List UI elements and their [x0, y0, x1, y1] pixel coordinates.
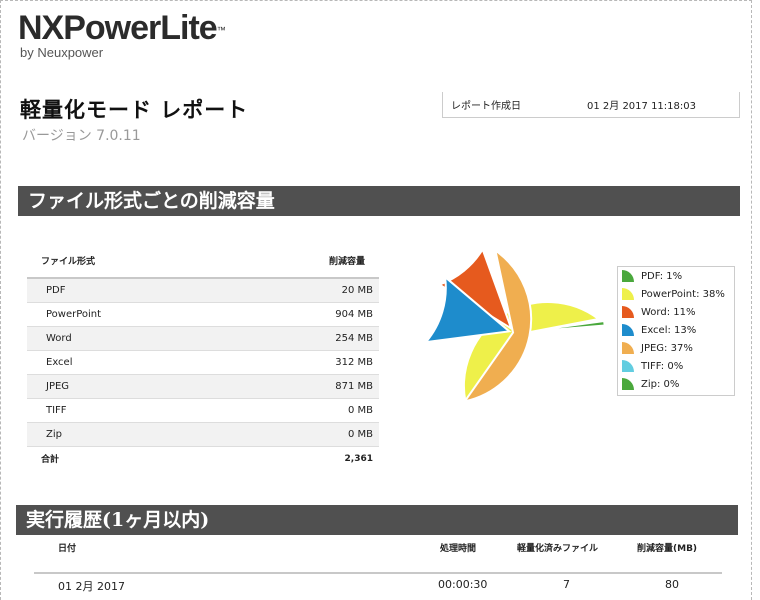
savings-table: ファイル形式 削減容量 PDF 20 MB PowerPoint 904 MB Wo…: [27, 252, 379, 470]
legend-item-excel: Excel: 13%: [618, 321, 734, 339]
legend-label: JPEG: 37%: [641, 342, 693, 354]
row-type: PDF: [27, 278, 216, 303]
history-date: 01 2月 2017: [58, 580, 125, 593]
section-savings-by-type: ファイル形式ごとの削減容量: [18, 186, 740, 216]
table-row: Zip 0 MB: [27, 422, 379, 447]
report-version: バージョン 7.0.11: [22, 128, 141, 144]
section-history: 実行履歴(1ヶ月以内): [16, 505, 738, 535]
table-row: TIFF 0 MB: [27, 398, 379, 423]
legend-item-powerpoint: PowerPoint: 38%: [618, 285, 734, 303]
legend-label: Word: 11%: [641, 306, 696, 318]
table-total-row: 合計 2,361: [27, 447, 379, 471]
row-size: 0 MB: [215, 398, 379, 423]
history-saved: 80: [665, 578, 679, 591]
legend-item-zip: Zip: 0%: [618, 375, 734, 393]
row-size: 904 MB: [215, 302, 379, 327]
logo-name: NXPowerLite: [18, 9, 218, 47]
row-type: Word: [27, 326, 216, 351]
row-type: TIFF: [27, 398, 216, 423]
row-size: 20 MB: [215, 278, 379, 303]
legend-swatch-icon: [622, 342, 634, 354]
pie-legend: PDF: 1% PowerPoint: 38% Word: 11% Excel: 13…: [617, 266, 735, 396]
legend-label: Zip: 0%: [641, 378, 680, 390]
row-size: 254 MB: [215, 326, 379, 351]
row-type: Excel: [27, 350, 216, 375]
legend-label: Excel: 13%: [641, 324, 697, 336]
row-type: Zip: [27, 422, 216, 447]
col-file-type: ファイル形式: [27, 252, 216, 279]
table-row: JPEG 871 MB: [27, 374, 379, 399]
total-label: 合計: [41, 455, 60, 465]
history-files: 7: [563, 578, 570, 591]
logo-byline: by Neuxpower: [20, 45, 104, 60]
legend-swatch-icon: [622, 270, 634, 282]
report-title: 軽量化モード レポート: [20, 98, 249, 122]
history-col-files: 軽量化済みファイル: [517, 544, 599, 554]
legend-swatch-icon: [622, 378, 634, 390]
table-row: Excel 312 MB: [27, 350, 379, 375]
table-header-row: ファイル形式 削減容量: [27, 252, 379, 279]
history-divider: [34, 572, 722, 574]
row-type: PowerPoint: [27, 302, 216, 327]
table-row: PDF 20 MB: [27, 278, 379, 303]
report-date-label: レポート作成日: [451, 101, 521, 112]
legend-item-tiff: TIFF: 0%: [618, 357, 734, 375]
table-row: PowerPoint 904 MB: [27, 302, 379, 327]
total-value: 2,361: [344, 453, 373, 464]
row-size: 0 MB: [215, 422, 379, 447]
savings-pie-chart: [423, 247, 606, 405]
row-size: 312 MB: [215, 350, 379, 375]
legend-item-jpeg: JPEG: 37%: [618, 339, 734, 357]
legend-label: PDF: 1%: [641, 270, 683, 282]
legend-swatch-icon: [622, 360, 634, 372]
history-col-time: 処理時間: [440, 544, 477, 554]
table-row: Word 254 MB: [27, 326, 379, 351]
report-meta-box: レポート作成日 01 2月 2017 11:18:03: [442, 92, 740, 118]
legend-item-word: Word: 11%: [618, 303, 734, 321]
legend-label: TIFF: 0%: [641, 360, 684, 372]
history-col-date: 日付: [58, 544, 77, 554]
logo-tm: ™: [216, 25, 226, 35]
row-size: 871 MB: [215, 374, 379, 399]
history-time: 00:00:30: [438, 578, 488, 591]
legend-swatch-icon: [622, 306, 634, 318]
report-date-value: 01 2月 2017 11:18:03: [587, 101, 696, 112]
legend-item-pdf: PDF: 1%: [618, 267, 734, 285]
legend-swatch-icon: [622, 324, 634, 336]
col-saved-size: 削減容量: [215, 252, 379, 279]
nxpowerlite-logo: NXPowerLite™ by Neuxpower: [18, 9, 226, 60]
legend-label: PowerPoint: 38%: [641, 288, 725, 300]
history-col-saved: 削減容量(MB): [637, 544, 698, 554]
row-type: JPEG: [27, 374, 216, 399]
legend-swatch-icon: [622, 288, 634, 300]
